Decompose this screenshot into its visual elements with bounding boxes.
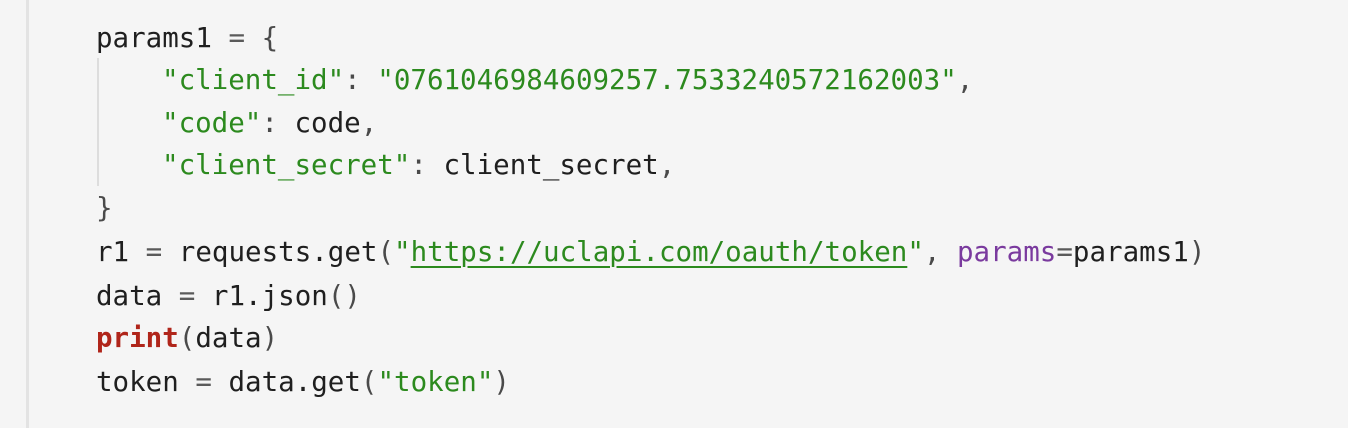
assign-operator: = <box>129 236 179 268</box>
quote: " <box>162 107 179 139</box>
code-value: code <box>294 107 361 139</box>
argument-params1: params1 <box>1072 236 1189 268</box>
code-line-2: "client_id": "0761046984609257.753324057… <box>96 58 973 102</box>
keyword-print: print <box>96 322 179 354</box>
comma: , <box>956 64 974 96</box>
colon: : <box>344 64 378 96</box>
comma: , <box>658 149 676 181</box>
dict-key-client-id: client_id <box>178 64 328 96</box>
open-paren: ( <box>360 366 378 398</box>
code-line-5: } <box>96 186 113 230</box>
quote: " <box>162 64 179 96</box>
string-token: token <box>394 366 477 398</box>
close-paren: ) <box>493 366 510 398</box>
colon: : <box>410 149 444 181</box>
assign-operator: = <box>162 280 212 312</box>
close-paren: ) <box>1188 236 1206 268</box>
comma: , <box>923 236 957 268</box>
client-secret-value: client_secret <box>443 149 659 181</box>
function-call-requests-get: requests.get <box>178 236 378 268</box>
variable-r1: r1 <box>96 236 130 268</box>
argument-data: data <box>195 322 262 354</box>
close-brace: } <box>96 192 113 224</box>
quote: " <box>244 107 262 139</box>
code-block-left-border <box>26 0 29 428</box>
code-line-8: print(data) <box>96 316 278 360</box>
code-line-4: "client_secret": client_secret, <box>96 143 675 187</box>
function-call-r1-json: r1.json <box>211 280 328 312</box>
equals-operator: = <box>1056 236 1073 268</box>
code-line-9: token = data.get("token") <box>96 360 510 404</box>
dict-key-client-secret: client_secret <box>178 149 394 181</box>
quote: " <box>377 64 394 96</box>
comma: , <box>360 107 378 139</box>
assign-operator: = <box>211 22 262 54</box>
open-paren: ( <box>178 322 196 354</box>
function-call-data-get: data.get <box>228 366 361 398</box>
close-paren: ) <box>261 322 279 354</box>
colon: : <box>261 107 295 139</box>
quote: " <box>393 149 411 181</box>
url-link[interactable]: https://uclapi.com/oauth/token <box>411 236 908 268</box>
open-brace: { <box>261 22 279 54</box>
quote: " <box>377 366 395 398</box>
code-line-3: "code": code, <box>96 101 377 145</box>
quote: " <box>327 64 345 96</box>
quote: " <box>940 64 957 96</box>
assign-operator: = <box>178 366 229 398</box>
quote: " <box>476 366 494 398</box>
variable-token: token <box>96 366 179 398</box>
code-line-7: data = r1.json() <box>96 274 361 318</box>
variable-params1: params1 <box>96 22 212 54</box>
quote: " <box>162 149 179 181</box>
code-line-6: r1 = requests.get("https://uclapi.com/oa… <box>96 230 1205 274</box>
open-paren: ( <box>377 236 395 268</box>
parens: () <box>327 280 361 312</box>
code-line-1: params1 = { <box>96 16 278 60</box>
code-block: params1 = { "client_id": "07610469846092… <box>0 0 1348 428</box>
dict-key-code: code <box>178 107 245 139</box>
keyword-argument-params: params <box>957 236 1057 268</box>
quote: " <box>907 236 924 268</box>
variable-data: data <box>96 280 163 312</box>
quote: " <box>394 236 411 268</box>
client-id-value: 0761046984609257.7533240572162003 <box>393 64 941 96</box>
